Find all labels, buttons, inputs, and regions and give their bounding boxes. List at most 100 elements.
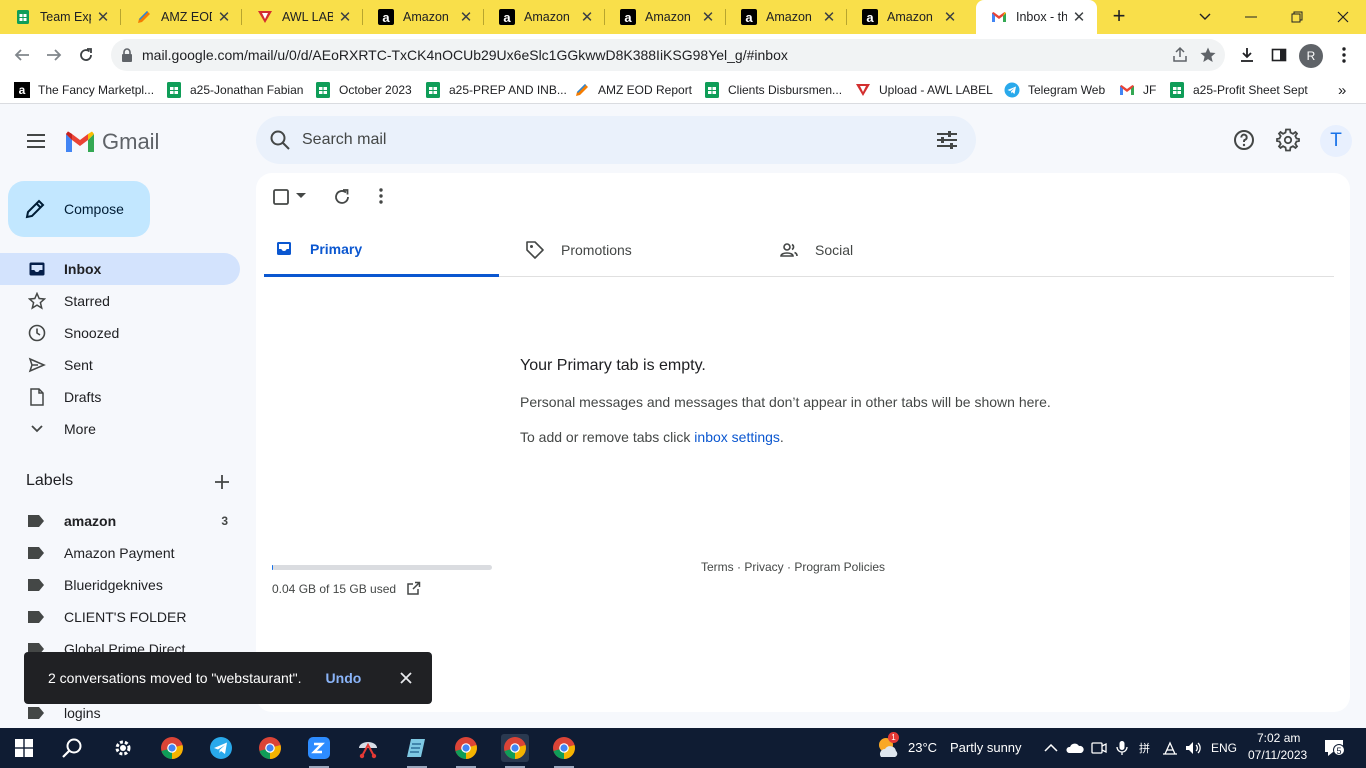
download-icon[interactable] bbox=[1233, 41, 1261, 69]
minimize-icon[interactable] bbox=[1228, 0, 1274, 34]
account-avatar[interactable]: T bbox=[1320, 125, 1352, 157]
compose-button[interactable]: Compose bbox=[8, 181, 150, 237]
nav-item-inbox[interactable]: Inbox bbox=[0, 253, 240, 285]
new-tab-button[interactable]: + bbox=[1105, 3, 1133, 31]
browser-tab[interactable]: Team Expl ✕ bbox=[0, 0, 121, 34]
bookmark-item[interactable]: Upload - AWL LABEL bbox=[855, 80, 993, 100]
chrome-icon[interactable] bbox=[256, 734, 284, 762]
more-actions-icon[interactable] bbox=[379, 188, 383, 204]
weather-temperature[interactable]: 23°C bbox=[908, 740, 937, 755]
bookmark-item[interactable]: a25-Profit Sheet Sept bbox=[1169, 80, 1308, 100]
tab-social[interactable]: Social bbox=[769, 223, 1004, 277]
search-icon[interactable] bbox=[58, 734, 86, 762]
browser-tab[interactable]: a Amazon ✕ bbox=[484, 0, 605, 34]
chrome-profile-icon[interactable] bbox=[452, 734, 480, 768]
browser-tab[interactable]: a Amazon ✕ bbox=[726, 0, 847, 34]
browser-tab[interactable]: a Amazon ✕ bbox=[605, 0, 726, 34]
chrome-profile-icon[interactable] bbox=[501, 734, 529, 768]
close-icon[interactable]: ✕ bbox=[91, 8, 115, 26]
close-icon[interactable]: ✕ bbox=[333, 8, 357, 26]
back-icon[interactable] bbox=[8, 41, 36, 69]
bookmark-item[interactable]: a25-Jonathan Fabian bbox=[166, 80, 303, 100]
close-icon[interactable]: ✕ bbox=[454, 8, 478, 26]
window-close-icon[interactable] bbox=[1320, 0, 1366, 34]
site-info-icon[interactable] bbox=[121, 48, 133, 62]
footer-links[interactable]: Terms · Privacy · Program Policies bbox=[701, 560, 885, 574]
notepad-icon[interactable] bbox=[403, 734, 431, 768]
nav-item-starred[interactable]: Starred bbox=[0, 285, 240, 317]
browser-tab[interactable]: AMZ EOD ✕ bbox=[121, 0, 242, 34]
search-icon[interactable] bbox=[268, 128, 292, 152]
add-label-icon[interactable] bbox=[212, 472, 232, 492]
volume-icon[interactable] bbox=[1180, 734, 1208, 762]
close-icon[interactable]: ✕ bbox=[696, 8, 720, 26]
browser-tab[interactable]: a Amazon ✕ bbox=[847, 0, 968, 34]
label-item[interactable]: amazon 3 bbox=[0, 505, 240, 537]
more-bookmarks-button[interactable]: » bbox=[1338, 80, 1346, 100]
notification-center-icon[interactable]: 5 bbox=[1320, 734, 1348, 762]
search-bar[interactable]: Search mail bbox=[256, 116, 976, 164]
label-item[interactable]: Amazon Payment bbox=[0, 537, 240, 569]
browser-tab[interactable]: a Amazon ✕ bbox=[363, 0, 484, 34]
undo-button[interactable]: Undo bbox=[326, 670, 362, 686]
close-icon[interactable]: ✕ bbox=[1067, 8, 1091, 26]
refresh-icon[interactable] bbox=[333, 188, 351, 206]
inbox-settings-link[interactable]: inbox settings bbox=[694, 429, 780, 445]
address-bar[interactable]: mail.google.com/mail/u/0/d/AEoRXRTC-TxCK… bbox=[111, 39, 1225, 71]
nav-item-snoozed[interactable]: Snoozed bbox=[0, 317, 240, 349]
kebab-menu-icon[interactable] bbox=[1330, 41, 1358, 69]
windows-start-icon[interactable] bbox=[10, 734, 38, 762]
microphone-icon[interactable] bbox=[1108, 734, 1136, 762]
settings-gear-icon[interactable] bbox=[1276, 128, 1300, 152]
close-icon[interactable]: ✕ bbox=[817, 8, 841, 26]
reload-icon[interactable] bbox=[72, 41, 100, 69]
gmail-logo[interactable]: Gmail bbox=[64, 129, 159, 155]
select-checkbox[interactable] bbox=[272, 188, 290, 206]
close-icon[interactable]: ✕ bbox=[938, 8, 962, 26]
side-panel-icon[interactable] bbox=[1265, 41, 1293, 69]
label-item[interactable]: Blueridgeknives bbox=[0, 569, 240, 601]
tab-search-icon[interactable] bbox=[1182, 0, 1228, 34]
weather-description[interactable]: Partly sunny bbox=[950, 740, 1022, 755]
select-dropdown-icon[interactable] bbox=[296, 193, 306, 199]
clock-time[interactable]: 7:02 am bbox=[1257, 731, 1300, 745]
browser-profile-avatar[interactable]: R bbox=[1299, 44, 1323, 68]
tab-primary[interactable]: Primary bbox=[264, 223, 499, 277]
nav-item-more[interactable]: More bbox=[0, 413, 240, 445]
bookmark-item[interactable]: JF bbox=[1119, 80, 1156, 100]
bookmark-item[interactable]: Telegram Web bbox=[1004, 80, 1105, 100]
forward-icon[interactable] bbox=[40, 41, 68, 69]
settings-gear-icon[interactable] bbox=[109, 734, 137, 762]
weather-icon[interactable]: 1 bbox=[874, 732, 902, 762]
chrome-profile-icon[interactable] bbox=[550, 734, 578, 768]
chrome-profile-icon[interactable] bbox=[158, 734, 186, 762]
bookmark-star-icon[interactable] bbox=[1199, 46, 1217, 64]
telegram-icon[interactable] bbox=[207, 734, 235, 762]
close-icon[interactable]: ✕ bbox=[212, 8, 236, 26]
storage-usage[interactable]: 0.04 GB of 15 GB used bbox=[272, 581, 421, 596]
close-icon[interactable] bbox=[396, 668, 416, 688]
bookmark-item[interactable]: Clients Disbursmen... bbox=[704, 80, 842, 100]
search-options-icon[interactable] bbox=[936, 130, 958, 150]
close-icon[interactable]: ✕ bbox=[575, 8, 599, 26]
browser-tab[interactable]: AWL LABE ✕ bbox=[242, 0, 363, 34]
bookmark-item[interactable]: AMZ EOD Report bbox=[574, 80, 692, 100]
main-menu-icon[interactable] bbox=[24, 129, 48, 153]
nav-item-sent[interactable]: Sent bbox=[0, 349, 240, 381]
external-link-icon[interactable] bbox=[406, 581, 421, 596]
tab-promotions[interactable]: Promotions bbox=[515, 223, 750, 277]
share-icon[interactable] bbox=[1171, 46, 1189, 64]
zoom-icon[interactable] bbox=[305, 734, 333, 768]
restore-icon[interactable] bbox=[1274, 0, 1320, 34]
bookmark-item[interactable]: October 2023 bbox=[315, 80, 412, 100]
clock-date[interactable]: 07/11/2023 bbox=[1248, 748, 1307, 762]
label-item[interactable]: CLIENT'S FOLDER bbox=[0, 601, 240, 633]
browser-tab-active[interactable]: Inbox - th ✕ bbox=[976, 0, 1097, 34]
bookmark-item[interactable]: a The Fancy Marketpl... bbox=[14, 80, 154, 100]
help-icon[interactable] bbox=[1232, 128, 1256, 152]
nav-item-drafts[interactable]: Drafts bbox=[0, 381, 240, 413]
language-indicator[interactable]: ENG bbox=[1211, 741, 1237, 755]
search-input[interactable]: Search mail bbox=[302, 131, 936, 149]
bookmark-item[interactable]: a25-PREP AND INB... bbox=[425, 80, 567, 100]
snipping-tool-icon[interactable] bbox=[354, 734, 382, 762]
